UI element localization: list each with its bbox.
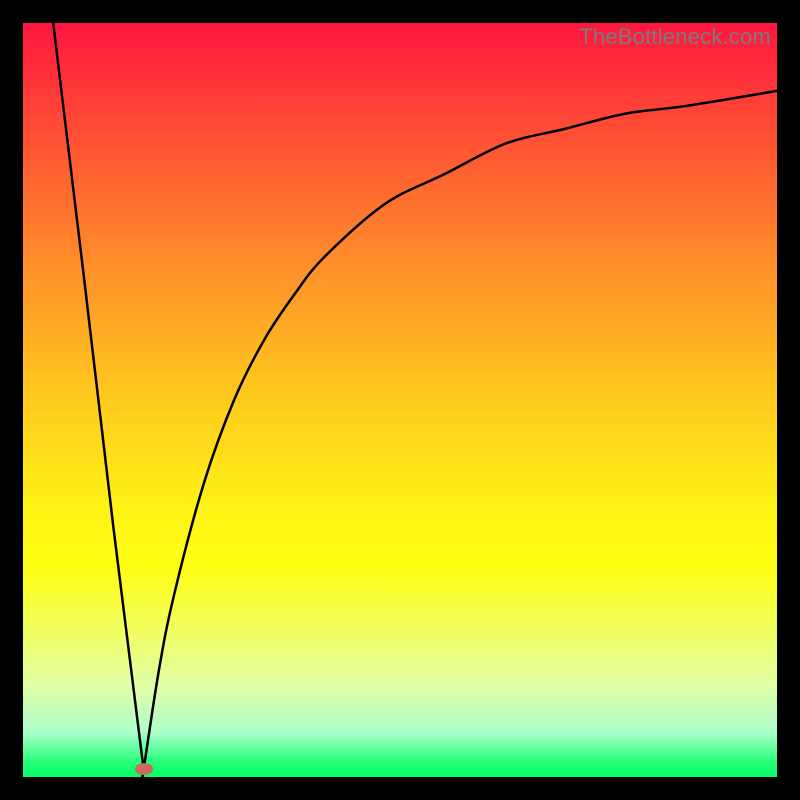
plot-area: TheBottleneck.com (23, 23, 777, 777)
chart-curve (23, 23, 777, 777)
chart-frame: TheBottleneck.com (0, 0, 800, 800)
curve-path (53, 23, 777, 777)
